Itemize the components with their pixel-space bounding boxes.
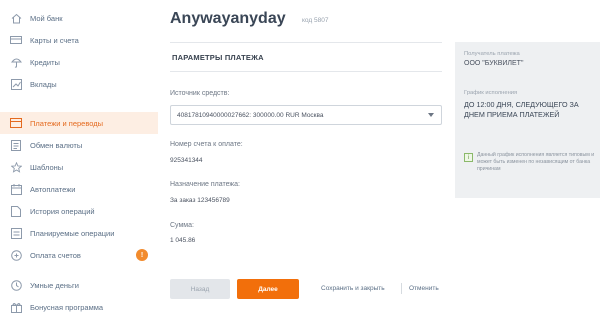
sidebar-item-label: Оплата счетов <box>30 250 81 260</box>
sidebar-item-templates[interactable]: Шаблоны <box>0 156 158 178</box>
transfer-icon <box>10 117 22 129</box>
info-icon: i <box>464 153 473 162</box>
sidebar-item-deposits[interactable]: Вклады <box>0 73 158 95</box>
sidebar-item-label: Вклады <box>30 79 57 89</box>
sidebar-item-label: Карты и счета <box>30 35 79 45</box>
payee-code: код 5807 <box>302 17 329 24</box>
sidebar-item-payments[interactable]: Платежи и переводы <box>0 112 158 134</box>
card-icon <box>10 34 22 46</box>
sidebar-item-label: Умные деньги <box>30 280 79 290</box>
sidebar-item-label: История операций <box>30 206 95 216</box>
star-icon <box>10 161 22 173</box>
sidebar-item-invoices[interactable]: Оплата счетов ! <box>0 244 158 266</box>
sidebar-item-autopayments[interactable]: Автоплатежи <box>0 178 158 200</box>
page-title: Anywayanyday <box>170 10 286 27</box>
sidebar-item-label: Шаблоны <box>30 162 64 172</box>
sidebar-item-bonus[interactable]: Бонусная программа <box>0 296 158 318</box>
next-button[interactable]: Далее <box>237 279 299 299</box>
sidebar-item-my-bank[interactable]: Мой банк <box>0 7 158 29</box>
sidebar-item-exchange[interactable]: Обмен валюты <box>0 134 158 156</box>
schedule-value: ДО 12:00 ДНЯ, СЛЕДУЮЩЕГО ЗА ДНЕМ ПРИЕМА … <box>464 100 579 119</box>
section-title: ПАРАМЕТРЫ ПЛАТЕЖА <box>172 52 264 62</box>
chevron-down-icon <box>428 113 434 117</box>
invoice-icon <box>10 249 22 261</box>
home-icon <box>10 12 22 24</box>
sidebar-item-cards[interactable]: Карты и счета <box>0 29 158 51</box>
sidebar-item-label: Автоплатежи <box>30 184 76 194</box>
document-icon <box>10 205 22 217</box>
clock-icon <box>10 279 22 291</box>
source-select-value: 40817810940000027662: 300000.00 RUR Моск… <box>177 111 324 119</box>
amount-value: 1 045.86 <box>170 237 196 244</box>
chart-icon <box>10 78 22 90</box>
back-button[interactable]: Назад <box>170 279 230 299</box>
purpose-value: За заказ 123456789 <box>170 197 230 204</box>
planned-icon <box>10 227 22 239</box>
sidebar-item-label: Мой банк <box>30 13 63 23</box>
sidebar-item-credits[interactable]: Кредиты <box>0 51 158 73</box>
sidebar-item-label: Платежи и переводы <box>30 118 104 128</box>
account-label: Номер счета к оплате: <box>170 141 243 148</box>
alert-badge: ! <box>136 249 148 261</box>
gift-icon <box>10 301 22 313</box>
sidebar-item-history[interactable]: История операций <box>0 200 158 222</box>
source-select[interactable]: 40817810940000027662: 300000.00 RUR Моск… <box>170 105 442 125</box>
link-divider <box>401 283 402 294</box>
recipient-value: ООО "БУКВИЛЕТ" <box>464 60 524 67</box>
account-value: 925341344 <box>170 157 203 164</box>
sidebar-item-label: Планируемые операции <box>30 228 115 238</box>
recipient-label: Получатель платежа <box>464 51 520 57</box>
section-header: ПАРАМЕТРЫ ПЛАТЕЖА <box>170 42 442 72</box>
schedule-note: Данный график исполнения является типовы… <box>477 152 595 172</box>
sidebar-item-planned[interactable]: Планируемые операции <box>0 222 158 244</box>
purpose-label: Назначение платежа: <box>170 181 240 188</box>
info-panel: Получатель платежа ООО "БУКВИЛЕТ" График… <box>455 42 600 198</box>
sidebar-item-label: Обмен валюты <box>30 140 83 150</box>
umbrella-icon <box>10 56 22 68</box>
cancel-link[interactable]: Отменить <box>409 285 439 292</box>
schedule-label: График исполнения <box>464 90 518 96</box>
amount-label: Сумма: <box>170 222 194 229</box>
source-label: Источник средств: <box>170 90 230 97</box>
calendar-icon <box>10 183 22 195</box>
sidebar: Мой банк Карты и счета Кредиты Вклады Пл… <box>0 0 160 323</box>
sidebar-item-smart-money[interactable]: Умные деньги <box>0 274 158 296</box>
exchange-icon <box>10 139 22 151</box>
sidebar-item-label: Бонусная программа <box>30 302 104 312</box>
save-and-close-link[interactable]: Сохранить и закрыть <box>321 285 385 292</box>
sidebar-item-label: Кредиты <box>30 57 60 67</box>
